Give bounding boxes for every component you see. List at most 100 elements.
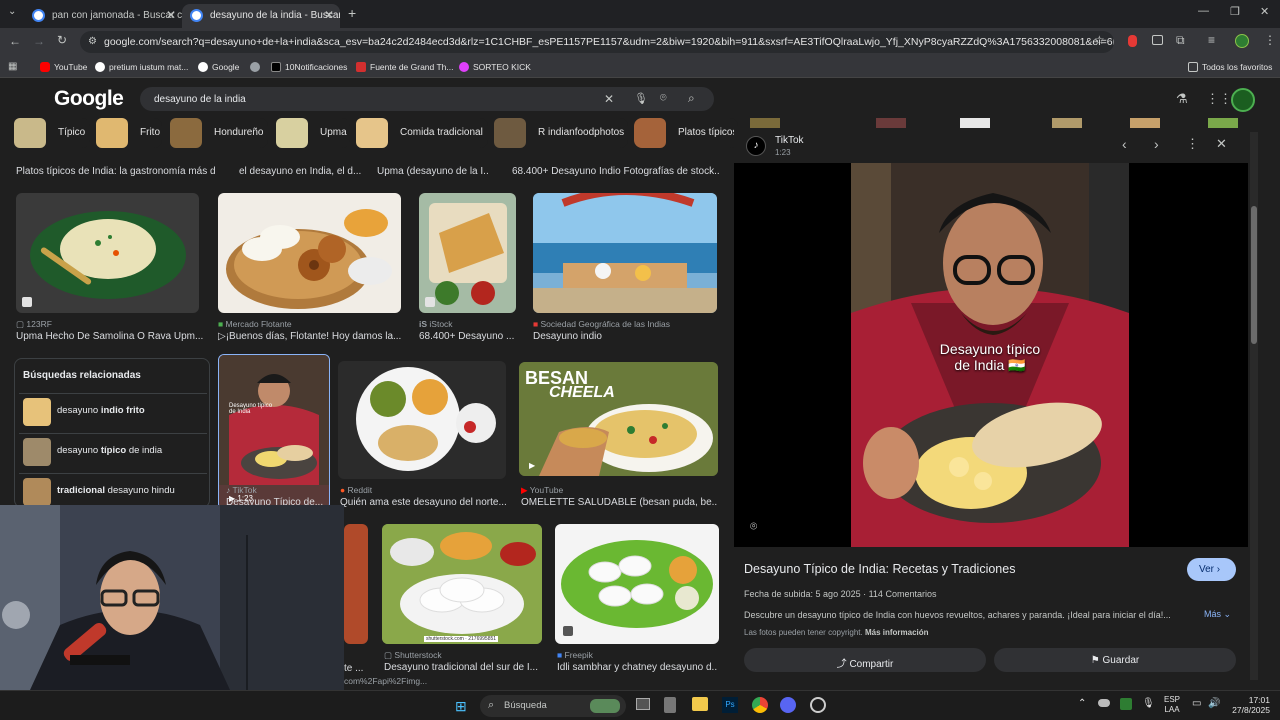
clear-search-icon[interactable]: ✕ (604, 92, 614, 106)
obs-icon[interactable] (810, 697, 826, 713)
app-icon[interactable] (664, 697, 676, 713)
related-thumb[interactable] (876, 118, 906, 128)
result-title[interactable]: Desayuno indio (533, 331, 717, 342)
chip-tipico[interactable]: Típico (14, 118, 90, 148)
result-image-partial[interactable] (344, 524, 368, 644)
tab-desayuno-india[interactable]: desayuno de la india - Buscar c ✕ (182, 4, 340, 28)
chip-comida-tradicional[interactable]: Comida tradicional (356, 118, 488, 148)
chip-upma[interactable]: Upma (276, 118, 350, 148)
related-thumb[interactable] (1052, 118, 1082, 128)
tab-search-chevron-icon[interactable]: ⌄ (8, 6, 16, 17)
result-video-besan-cheela[interactable]: BESAN CHEELA ▶ (519, 362, 718, 476)
lens-camera-icon[interactable]: ⌾ (660, 92, 667, 105)
address-bar[interactable]: ⚙ google.com/search?q=desayuno+de+la+ind… (80, 31, 1114, 53)
language-indicator[interactable]: ESP LAA (1164, 695, 1180, 715)
bookmark-x-notificaciones[interactable]: 10Notificaciones (271, 62, 347, 72)
result-image-reddit-plate[interactable] (338, 361, 506, 479)
result-title[interactable]: Upma (desayuno de la I... (377, 166, 489, 177)
extension-box-icon[interactable] (1152, 35, 1163, 45)
related-thumb[interactable] (960, 118, 990, 128)
clock[interactable]: 17:01 27/8/2025 (1228, 695, 1270, 715)
microphone-icon[interactable]: 🎙 (634, 92, 648, 105)
bookmark-globe[interactable] (250, 62, 264, 72)
bookmark-google[interactable]: Google (198, 62, 239, 72)
forward-arrow-icon[interactable]: → (33, 34, 45, 48)
minimize-icon[interactable]: — (1198, 5, 1209, 17)
microphone-icon[interactable]: 🎙 (1142, 698, 1155, 709)
preview-video[interactable]: Desayuno típico de India 🇮🇳 ⌾ (734, 163, 1248, 547)
related-item[interactable]: desayuno típico de india (19, 433, 207, 469)
search-icon[interactable]: ⌕ (688, 91, 695, 106)
result-title[interactable]: Platos típicos de India: la gastronomía … (16, 166, 216, 177)
lens-search-icon[interactable]: ⌾ (750, 519, 757, 534)
result-title[interactable]: Idli sambhar y chatney desayuno d... (557, 662, 717, 673)
volume-icon[interactable]: 🔊 (1208, 698, 1220, 709)
related-thumb[interactable] (1130, 118, 1160, 128)
google-apps-icon[interactable]: ⋮⋮ (1206, 91, 1232, 107)
chip-platos-tipicos[interactable]: Platos típicos (634, 118, 738, 148)
site-info-icon[interactable]: ⚙ (88, 36, 97, 47)
bookmark-pretium[interactable]: pretium iustum mat... (95, 62, 188, 72)
more-options-icon[interactable]: ⋮ (1186, 136, 1199, 152)
labs-flask-icon[interactable]: ⚗ (1176, 91, 1188, 107)
apps-grid-icon[interactable]: ▦ (8, 61, 17, 72)
scrollbar-thumb[interactable] (1251, 206, 1257, 344)
chip-frito[interactable]: Frito (96, 118, 162, 148)
preview-title[interactable]: Desayuno Típico de India: Recetas y Trad… (744, 562, 1015, 576)
close-preview-icon[interactable]: ✕ (1216, 136, 1227, 152)
previous-result-icon[interactable]: ‹ (1122, 136, 1127, 152)
extension-red-icon[interactable] (1128, 35, 1137, 47)
discord-icon[interactable] (780, 697, 796, 713)
related-thumb[interactable] (750, 118, 780, 128)
file-explorer-icon[interactable] (692, 697, 708, 711)
tray-app-icon[interactable] (1120, 698, 1132, 710)
account-avatar[interactable] (1231, 88, 1255, 112)
result-title[interactable]: 68.400+ Desayuno ... (419, 331, 525, 342)
share-button[interactable]: ⤴ Compartir (744, 648, 986, 672)
all-bookmarks[interactable]: Todos los favoritos (1188, 62, 1272, 72)
back-arrow-icon[interactable]: ← (9, 34, 21, 48)
search-input[interactable]: desayuno de la india ✕ 🎙 ⌾ ⌕ (140, 87, 714, 111)
result-title[interactable]: OMELETTE SALUDABLE (besan puda, be... (521, 497, 717, 508)
result-title[interactable]: el desayuno en India, el d... (239, 166, 363, 177)
result-image-upma[interactable] (16, 193, 199, 313)
result-image-breakfast-sea[interactable] (533, 193, 717, 313)
related-thumb[interactable] (1208, 118, 1238, 128)
reload-icon[interactable]: ↻ (57, 33, 67, 47)
tab-pan-con-jamonada[interactable]: pan con jamonada - Buscar con ✕ (24, 4, 182, 28)
chrome-icon[interactable] (752, 697, 768, 713)
result-image-vada-idli[interactable] (218, 193, 401, 313)
result-image-dosa[interactable] (419, 193, 516, 313)
maximize-icon[interactable]: ❐ (1230, 5, 1240, 18)
next-result-icon[interactable]: › (1154, 136, 1159, 152)
preview-source[interactable]: TikTok (775, 135, 804, 146)
chrome-menu-icon[interactable]: ⋮ (1264, 33, 1276, 47)
extensions-puzzle-icon[interactable]: ⧉ (1176, 33, 1185, 48)
profile-avatar[interactable] (1235, 34, 1249, 48)
taskbar-search-box[interactable]: ⌕ Búsqueda (480, 695, 626, 717)
more-button[interactable]: Más ⌄ (1204, 609, 1231, 620)
related-item[interactable]: desayuno indio frito (19, 393, 207, 429)
close-tab-icon[interactable]: ✕ (324, 8, 334, 22)
chip-indianfoodphotos[interactable]: R indianfoodphotos (494, 118, 628, 148)
result-title-fragment[interactable]: te ... (344, 663, 368, 674)
google-logo[interactable]: Google (54, 87, 124, 111)
chip-hondureno[interactable]: Hondureño (170, 118, 268, 148)
photoshop-icon[interactable]: Ps (722, 697, 738, 713)
result-image-idli-sambar[interactable]: shutterstock.com · 2176995851 (382, 524, 542, 644)
result-title[interactable]: Desayuno tradicional del sur de I... (384, 662, 542, 673)
bookmark-youtube[interactable]: YouTube (40, 62, 87, 72)
windows-start-icon[interactable]: ⊞ (455, 698, 467, 715)
cloud-icon[interactable] (1098, 699, 1110, 707)
close-window-icon[interactable]: ✕ (1260, 5, 1269, 18)
result-title[interactable]: Quién ama este desayuno del norte... (340, 497, 506, 508)
media-queue-icon[interactable]: ≡ (1208, 33, 1215, 47)
page-scrollbar[interactable] (1250, 132, 1258, 680)
visit-button[interactable]: Ver › (1187, 558, 1236, 581)
result-title[interactable]: 68.400+ Desayuno Indio Fotografías de st… (512, 166, 720, 177)
task-view-icon[interactable] (636, 698, 650, 710)
tray-overflow-icon[interactable]: ⌃ (1078, 698, 1086, 709)
related-item[interactable]: tradicional desayuno hindu (19, 473, 207, 509)
close-tab-icon[interactable]: ✕ (166, 8, 176, 22)
new-tab-plus-icon[interactable]: + (348, 5, 356, 21)
